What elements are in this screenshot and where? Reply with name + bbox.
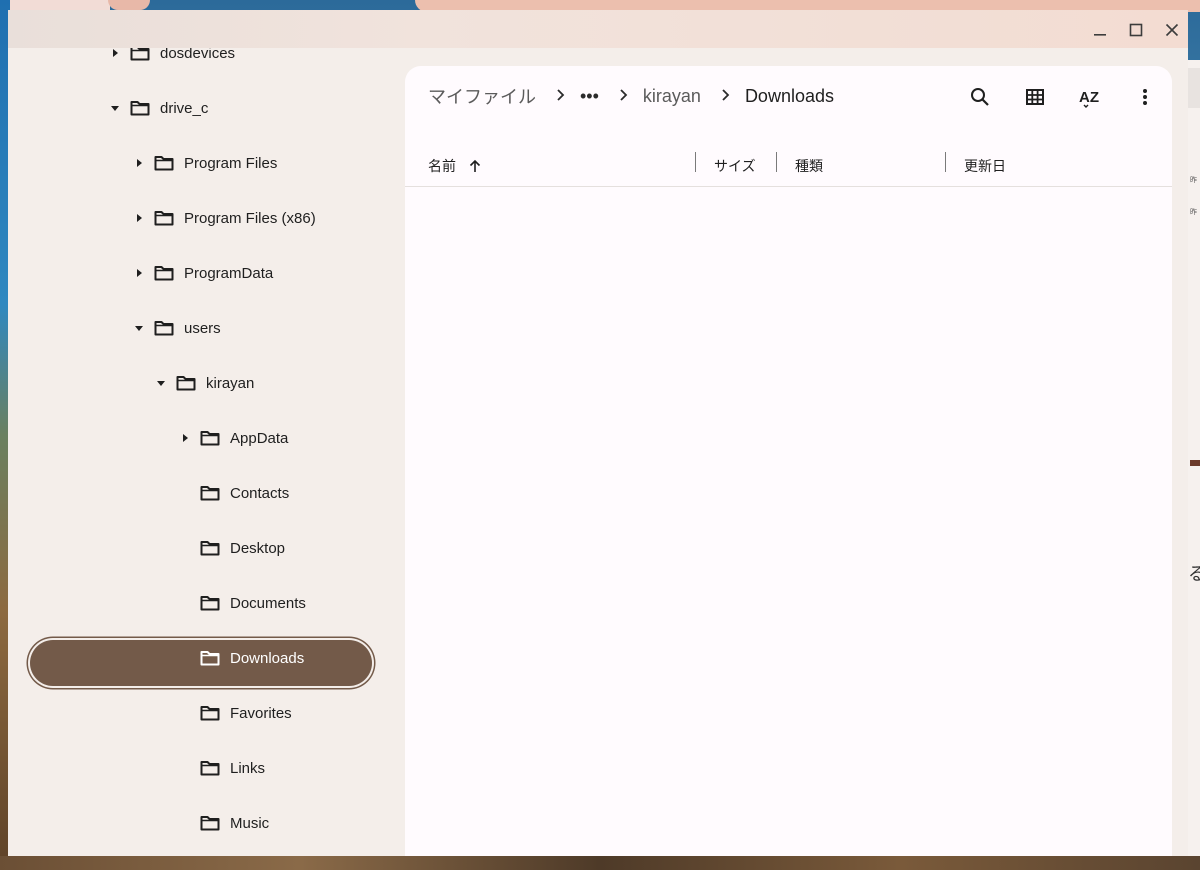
sidebar-item-label: drive_c — [160, 99, 209, 117]
column-name-label: 名前 — [428, 158, 456, 174]
sidebar-item-label: Program Files (x86) — [184, 209, 316, 227]
folder-icon — [154, 266, 174, 281]
column-resize-handle[interactable] — [945, 152, 946, 172]
sidebar-item-appdata[interactable]: AppData — [180, 423, 288, 453]
sidebar-item-links[interactable]: Links — [180, 753, 265, 783]
folder-icon — [200, 486, 220, 501]
files-app-window: dosdevices drive_c Program Files Program Fi… — [8, 10, 1188, 856]
sidebar-item-label: kirayan — [206, 374, 255, 392]
column-size-label: サイズ — [714, 158, 756, 174]
sidebar-item-favorites[interactable]: Favorites — [180, 698, 292, 728]
sidebar-item-desktop[interactable]: Desktop — [180, 533, 285, 563]
folder-icon — [200, 816, 220, 831]
background-window[interactable]: 昨 昨 る — [1186, 60, 1200, 856]
folder-icon — [200, 596, 220, 611]
sidebar-item-downloads[interactable]: Downloads — [180, 643, 304, 673]
directory-tree: dosdevices drive_c Program Files Program Fi… — [8, 48, 404, 856]
sidebar-item-label: dosdevices — [160, 48, 236, 62]
column-resize-handle[interactable] — [695, 152, 696, 172]
maximize-icon[interactable] — [1124, 19, 1148, 43]
chevron-right-icon — [619, 86, 629, 107]
sidebar-item-program-files[interactable]: Program Files — [134, 148, 277, 178]
column-header-row: 名前 サイズ 種類 更新日 — [405, 142, 1172, 187]
column-type[interactable]: 種類 — [795, 156, 823, 176]
background-window-top — [10, 0, 110, 10]
sidebar-item-label: Favorites — [230, 704, 292, 722]
caret-right-icon[interactable] — [134, 213, 144, 223]
sidebar-item-dosdevices[interactable]: dosdevices — [110, 48, 235, 68]
minimize-icon[interactable] — [1088, 19, 1112, 43]
breadcrumb-ellipsis[interactable]: ••• — [580, 86, 599, 107]
folder-icon — [154, 156, 174, 171]
caret-right-icon[interactable] — [110, 48, 120, 58]
sort-az-icon[interactable]: AZ — [1078, 85, 1104, 109]
background-window-tab[interactable] — [108, 0, 150, 10]
folder-icon — [200, 651, 220, 666]
background-window-toolbar — [1188, 68, 1200, 108]
chevron-right-icon — [721, 86, 731, 107]
folder-icon — [130, 48, 150, 61]
sidebar-item-label: Documents — [230, 594, 306, 612]
sidebar-item-label: users — [184, 319, 221, 337]
sidebar-item-label: Music — [230, 814, 270, 832]
column-modified-label: 更新日 — [964, 158, 1006, 174]
sidebar-item-programdata[interactable]: ProgramData — [134, 258, 273, 288]
sidebar-item-label: Program Files — [184, 154, 278, 172]
sidebar-item-drive-c[interactable]: drive_c — [110, 93, 208, 123]
search-icon[interactable] — [968, 85, 992, 109]
folder-icon — [200, 761, 220, 776]
caret-right-icon[interactable] — [180, 433, 190, 443]
breadcrumb-my-files[interactable]: マイファイル — [428, 83, 536, 109]
sidebar-item-documents[interactable]: Documents — [180, 588, 306, 618]
folder-icon — [200, 431, 220, 446]
more-vert-icon[interactable] — [1133, 85, 1157, 109]
chevron-right-icon — [556, 86, 566, 107]
background-window-glyph: る — [1188, 564, 1200, 584]
background-window-text: 昨 — [1190, 177, 1197, 184]
sidebar-item-contacts[interactable]: Contacts — [180, 478, 289, 508]
column-size[interactable]: サイズ — [714, 156, 756, 176]
background-window-divider — [1190, 460, 1200, 466]
folder-icon — [130, 101, 150, 116]
desktop-wallpaper-bottom — [0, 856, 1200, 870]
caret-down-icon[interactable] — [134, 323, 144, 333]
file-list-panel: マイファイル ••• kirayan Downloads AZ 名前 サイズ 種… — [405, 66, 1172, 856]
folder-icon — [154, 321, 174, 336]
close-icon[interactable] — [1160, 19, 1184, 43]
caret-right-icon[interactable] — [134, 268, 144, 278]
breadcrumb-kirayan[interactable]: kirayan — [643, 86, 701, 107]
sidebar-item-label: Links — [230, 759, 266, 777]
sidebar-item-kirayan[interactable]: kirayan — [156, 368, 254, 398]
sidebar-item-music[interactable]: Music — [180, 808, 269, 838]
caret-down-icon[interactable] — [110, 103, 120, 113]
grid-view-icon[interactable] — [1023, 85, 1047, 109]
background-window-text: 昨 — [1190, 209, 1197, 216]
folder-icon — [154, 211, 174, 226]
folder-icon — [200, 706, 220, 721]
folder-icon — [200, 541, 220, 556]
arrow-up-icon — [468, 159, 482, 173]
sort-label: AZ — [1079, 89, 1099, 106]
sidebar-item-label: Downloads — [230, 649, 305, 667]
title-bar[interactable] — [8, 10, 1188, 48]
column-resize-handle[interactable] — [776, 152, 777, 172]
column-type-label: 種類 — [795, 158, 823, 174]
sidebar-item-label: ProgramData — [184, 264, 274, 282]
sidebar-item-label: AppData — [230, 429, 289, 447]
caret-down-icon[interactable] — [156, 378, 166, 388]
column-name[interactable]: 名前 — [428, 156, 482, 176]
breadcrumb: マイファイル ••• kirayan Downloads — [428, 84, 834, 108]
sidebar-item-label: Desktop — [230, 539, 286, 557]
sidebar-item-users[interactable]: users — [134, 313, 221, 343]
caret-right-icon[interactable] — [134, 158, 144, 168]
sidebar-item-label: Contacts — [230, 484, 290, 502]
breadcrumb-current-folder: Downloads — [744, 85, 834, 106]
folder-icon — [176, 376, 196, 391]
column-modified[interactable]: 更新日 — [964, 156, 1006, 176]
sidebar-item-program-files-x86[interactable]: Program Files (x86) — [134, 203, 316, 233]
file-list-empty-area[interactable] — [405, 187, 1172, 856]
